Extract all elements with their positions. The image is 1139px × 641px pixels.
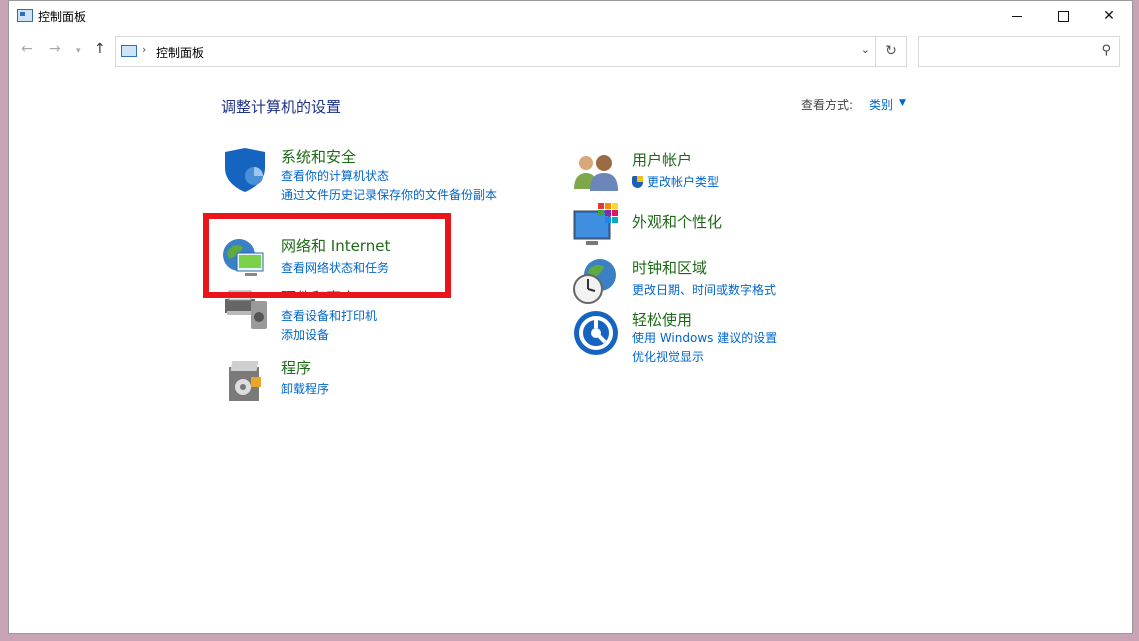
appearance-link[interactable]: 外观和个性化 [632, 211, 722, 232]
view-by-label: 查看方式: [801, 98, 854, 112]
forward-button[interactable]: → [49, 41, 61, 57]
change-account-type-label: 更改帐户类型 [647, 175, 720, 189]
breadcrumb-control-panel[interactable]: 控制面板 [156, 44, 204, 61]
window-title: 控制面板 [38, 10, 87, 24]
recent-locations-button[interactable]: ▾ [76, 46, 81, 56]
breadcrumb-separator: › [142, 43, 147, 56]
user-accounts-link[interactable]: 用户帐户 [632, 149, 692, 170]
search-icon: ⚲ [1101, 43, 1111, 58]
page-heading: 调整计算机的设置 [221, 98, 342, 116]
up-button[interactable]: ↑ [94, 41, 106, 57]
search-input[interactable]: ⚲ [918, 36, 1120, 67]
title-bar: 控制面板 ✕ [9, 1, 1132, 31]
system-security-link[interactable]: 系统和安全 [281, 146, 356, 167]
control-panel-icon [17, 9, 33, 22]
uninstall-program-link[interactable]: 卸载程序 [281, 380, 329, 397]
highlight-box [203, 213, 451, 298]
close-icon: ✕ [1103, 8, 1115, 24]
close-button[interactable]: ✕ [1086, 1, 1132, 31]
maximize-button[interactable] [1040, 1, 1086, 31]
back-button[interactable]: ← [21, 41, 33, 57]
chevron-down-icon[interactable]: ⌄ [861, 43, 870, 56]
refresh-button[interactable]: ↻ [875, 37, 906, 66]
ease-of-access-link[interactable]: 轻松使用 [632, 309, 692, 330]
clock-globe-icon [573, 259, 616, 304]
minimize-icon [1012, 15, 1022, 17]
maximize-icon [1057, 10, 1069, 22]
file-history-link[interactable]: 通过文件历史记录保存你的文件备份副本 [281, 186, 497, 203]
control-panel-window: 控制面板 ✕ ← → ▾ ↑ › 控制面板 ⌄ ↻ ⚲ 调整计算机的设置 查看方… [8, 0, 1133, 634]
view-devices-printers-link[interactable]: 查看设备和打印机 [281, 307, 377, 324]
appearance-icon [573, 203, 618, 245]
ease-of-access-icon [574, 311, 618, 355]
change-account-type-link[interactable]: 更改帐户类型 [632, 173, 719, 190]
refresh-icon: ↻ [885, 43, 897, 59]
uac-shield-icon [632, 176, 643, 188]
shield-icon [225, 148, 265, 192]
optimize-visual-display-link[interactable]: 优化视觉显示 [632, 348, 704, 365]
change-date-time-link[interactable]: 更改日期、时间或数字格式 [632, 281, 776, 298]
windows-suggested-settings-link[interactable]: 使用 Windows 建议的设置 [632, 329, 777, 346]
view-by-dropdown[interactable]: 类别 [869, 96, 893, 113]
control-panel-icon [121, 45, 137, 57]
minimize-button[interactable] [994, 1, 1040, 31]
programs-link[interactable]: 程序 [281, 357, 311, 378]
address-bar[interactable]: › 控制面板 ⌄ ↻ [115, 36, 907, 67]
caret-down-icon[interactable]: ▼ [899, 98, 906, 108]
users-icon [574, 155, 618, 191]
clock-region-link[interactable]: 时钟和区域 [632, 257, 707, 278]
add-device-link[interactable]: 添加设备 [281, 326, 329, 343]
view-computer-status-link[interactable]: 查看你的计算机状态 [281, 167, 389, 184]
programs-icon [229, 361, 261, 401]
